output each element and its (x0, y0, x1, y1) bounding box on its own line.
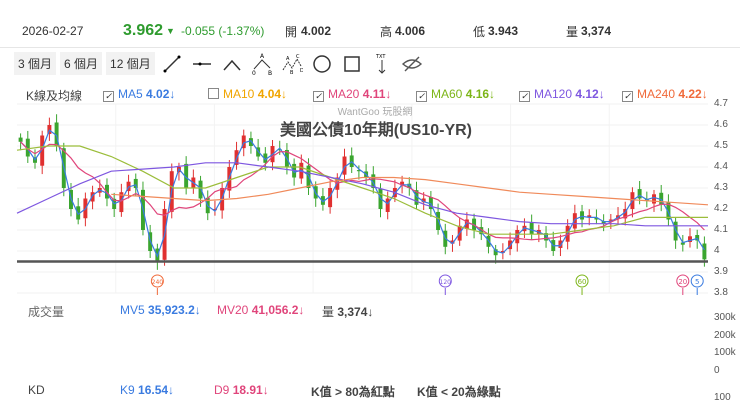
ma-marker-label: 5 (695, 278, 699, 286)
chart-title: 美國公債10年期(US10-YR) (279, 122, 473, 139)
ma20-line (20, 141, 705, 241)
k9-value: 16.54↓ (138, 383, 175, 397)
mv20-label: MV20 (217, 303, 249, 317)
mv20-value: 41,056.2↓ (251, 303, 305, 317)
candle-body (529, 222, 534, 235)
vol-axis-100k: 100k (714, 347, 736, 358)
mv20: MV20 41,056.2↓ (217, 303, 304, 317)
vol-axis-200k: 200k (714, 330, 736, 341)
candle-body (385, 198, 390, 213)
price-tick: 4 (714, 245, 720, 256)
kd-note-green: K值 < 20為綠點 (417, 385, 501, 399)
mv5: MV5 35,923.2↓ (120, 303, 201, 317)
price-tick: 4.4 (714, 161, 728, 172)
candle-body (652, 194, 656, 204)
ma-marker-label: 60 (578, 278, 587, 286)
ma-marker-label: 120 (440, 279, 452, 286)
ma-marker-label: 20 (678, 278, 687, 286)
k9: K9 16.54↓ (120, 383, 174, 397)
d9: D9 18.91↓ (214, 383, 269, 397)
price-tick: 3.8 (714, 287, 728, 298)
price-tick: 3.9 (714, 266, 728, 277)
candle-body (580, 211, 585, 220)
price-chart[interactable]: 240 120 60 20 5 (0, 0, 740, 300)
vol: 量 3,374↓ (322, 303, 373, 320)
price-tick: 4.2 (714, 203, 728, 214)
price-tick: 4.3 (714, 182, 728, 193)
mv5-value: 35,923.2↓ (148, 303, 201, 317)
price-tick: 4.5 (714, 140, 728, 151)
mv5-label: MV5 (120, 303, 145, 317)
d9-label: D9 (214, 383, 230, 397)
price-tick: 4.1 (714, 224, 728, 235)
kd-title: KD (28, 383, 45, 397)
kd-note-red: K值 > 80為紅點 (311, 385, 395, 399)
kd-axis-100: 100 (714, 392, 731, 403)
ma-marker-label: 240 (152, 279, 164, 286)
volume-title: 成交量 (28, 305, 65, 319)
vol-axis-0: 0 (714, 365, 720, 376)
d9-value: 18.91↓ (232, 383, 269, 397)
vol-label: 量 (322, 305, 335, 319)
ma60-line (16, 145, 708, 235)
price-tick: 4.6 (714, 119, 728, 130)
vol-value: 3,374↓ (337, 305, 374, 319)
k9-label: K9 (120, 383, 135, 397)
price-tick: 4.7 (714, 98, 728, 109)
vol-axis-300k: 300k (714, 312, 736, 323)
candle-body (702, 243, 707, 260)
